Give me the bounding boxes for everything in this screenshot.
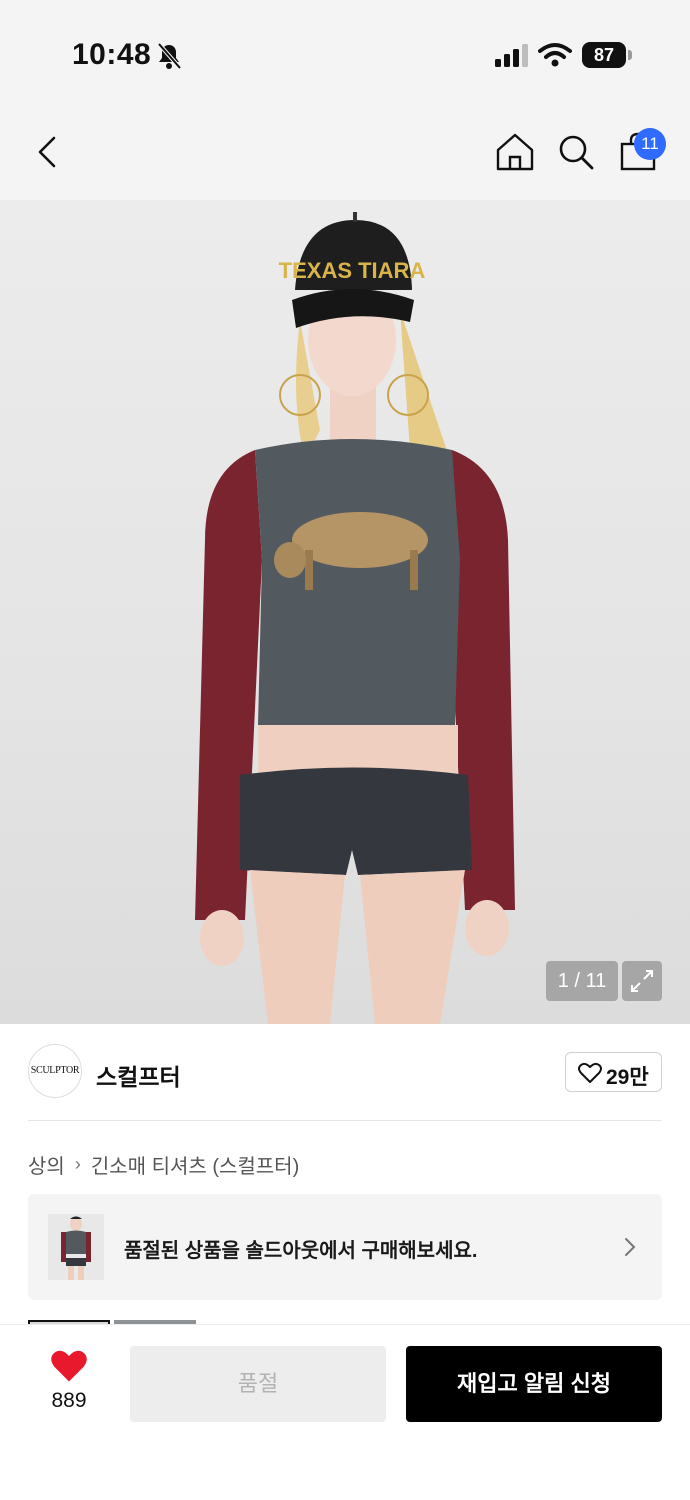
brand-like-count: 29만 [606,1066,649,1089]
status-bar: 10:48 87 [0,0,690,110]
breadcrumb-subcategory[interactable]: 긴소매 티셔츠 (스컬프터) [91,1150,299,1179]
breadcrumb-category[interactable]: 상의 [28,1150,65,1179]
cellular-signal-icon [495,44,528,67]
battery-level: 87 [582,42,626,68]
search-icon[interactable] [554,130,598,174]
chevron-right-icon [625,1238,636,1256]
home-icon[interactable] [493,130,537,174]
product-thumbnail [48,1214,104,1280]
expand-icon [631,970,653,992]
product-detail-screen: 10:48 87 11 TEXAS TIARA 1 / 11 SCULPTOR … [0,0,690,1500]
brand-logo[interactable]: SCULPTOR [28,1044,82,1098]
chevron-right-icon: › [74,1153,81,1174]
like-count: 889 [51,1389,87,1412]
soldout-promo-text: 품절된 상품을 솔드아웃에서 구매해보세요. [124,1240,478,1262]
product-image[interactable]: TEXAS TIARA [0,200,690,1024]
breadcrumb: 상의 › 긴소매 티셔츠 (스컬프터) [28,1150,299,1178]
heart-outline-icon [578,1062,602,1083]
bottom-action-bar: 889 품절 재입고 알림 신청 [0,1324,690,1500]
heart-filled-icon [51,1350,87,1382]
brand-name[interactable]: 스컬프터 [96,1058,181,1092]
divider [28,1120,662,1121]
soldout-promo-banner[interactable]: 품절된 상품을 솔드아웃에서 구매해보세요. [28,1194,662,1300]
cap-text: TEXAS TIARA [279,258,426,283]
model-illustration: TEXAS TIARA [195,212,515,1024]
soldout-button: 품절 [130,1346,386,1422]
battery-icon: 87 [582,42,632,68]
restock-alert-button[interactable]: 재입고 알림 신청 [406,1346,662,1422]
expand-button[interactable] [622,961,662,1001]
top-nav-bar [0,110,690,200]
cart-count-badge: 11 [634,128,666,160]
image-counter: 1 / 11 [546,961,618,1001]
back-icon[interactable] [26,130,70,174]
bell-off-icon [157,42,182,70]
wifi-icon [538,43,572,67]
brand-row: SCULPTOR 스컬프터 29만 [0,1024,690,1120]
status-time: 10:48 [72,38,152,71]
like-button[interactable]: 889 [30,1349,108,1423]
brand-like-button[interactable]: 29만 [565,1052,662,1092]
